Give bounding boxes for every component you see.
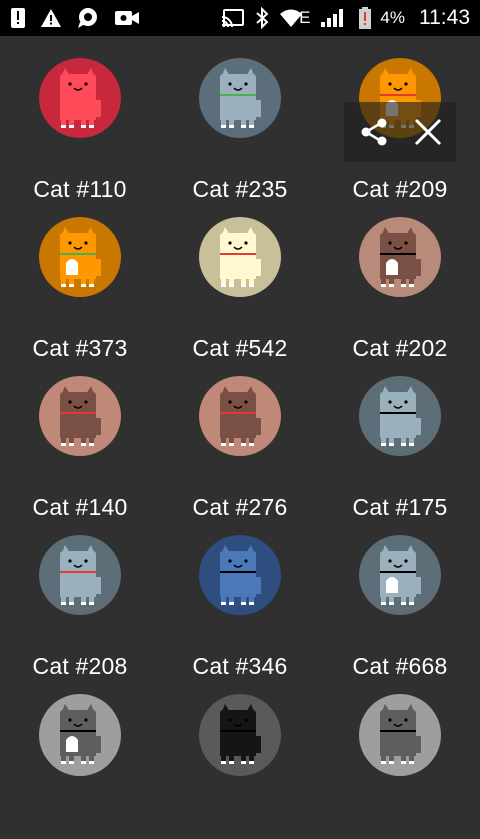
alert-icon	[10, 7, 26, 29]
share-icon[interactable]	[358, 116, 390, 148]
cat-name: Cat #276	[192, 494, 288, 520]
cat-cell[interactable]: Cat #668	[320, 521, 480, 680]
cat-figure	[220, 545, 261, 605]
cat-figure	[60, 545, 101, 605]
cat-name: Cat #346	[192, 653, 288, 679]
cat-figure	[380, 386, 421, 446]
cast-icon	[221, 8, 245, 28]
cat-cell[interactable]: Cat #208	[0, 521, 160, 680]
cat-name: Cat #140	[32, 494, 128, 520]
cat-cell[interactable]	[160, 680, 320, 839]
cat-figure	[60, 68, 101, 128]
cat-name: Cat #668	[352, 653, 448, 679]
cat-avatar[interactable]	[39, 535, 121, 615]
warning-icon	[40, 8, 62, 28]
cat-name: Cat #235	[192, 176, 288, 202]
clock: 11:43	[419, 6, 470, 29]
chat-icon	[76, 7, 100, 29]
cat-avatar[interactable]	[39, 376, 121, 456]
cat-figure	[380, 227, 421, 287]
cat-avatar[interactable]	[359, 376, 441, 456]
cat-name: Cat #209	[352, 176, 448, 202]
cat-figure	[220, 704, 261, 764]
cat-avatar[interactable]	[39, 217, 121, 297]
cat-name: Cat #110	[33, 176, 127, 202]
cat-figure	[220, 68, 261, 128]
cat-cell[interactable]	[320, 680, 480, 839]
cat-avatar[interactable]	[359, 217, 441, 297]
cat-figure	[380, 704, 421, 764]
status-bar: E 4% 11:43	[0, 0, 480, 36]
close-icon[interactable]	[412, 116, 444, 148]
cat-figure	[60, 227, 101, 287]
system-icons: E 4% 11:43	[211, 6, 470, 30]
cat-cell[interactable]: Cat #110	[0, 44, 160, 203]
cat-avatar[interactable]	[199, 694, 281, 776]
cat-avatar[interactable]	[359, 694, 441, 776]
cat-grid: Cat #110 Cat #235 Cat #209 Cat #373 Cat …	[0, 44, 480, 839]
cat-cell[interactable]: Cat #235	[160, 44, 320, 203]
action-overlay	[344, 102, 456, 162]
battery-percent: 4%	[380, 8, 405, 27]
cat-avatar[interactable]	[199, 535, 281, 615]
cat-name: Cat #542	[192, 335, 288, 361]
bluetooth-icon	[255, 7, 269, 29]
cat-cell[interactable]: Cat #202	[320, 203, 480, 362]
cat-cell[interactable]: Cat #140	[0, 362, 160, 521]
notification-icons	[10, 7, 154, 29]
cat-figure	[60, 704, 101, 764]
network-type-label: E	[299, 8, 311, 27]
cat-avatar[interactable]	[199, 58, 281, 138]
cat-figure	[220, 227, 261, 287]
battery-low-icon	[358, 7, 372, 29]
cat-figure	[380, 545, 421, 605]
cat-name: Cat #208	[32, 653, 128, 679]
cat-cell[interactable]: Cat #542	[160, 203, 320, 362]
cat-cell[interactable]: Cat #276	[160, 362, 320, 521]
cat-cell[interactable]	[0, 680, 160, 839]
cat-avatar[interactable]	[39, 694, 121, 776]
cat-avatar[interactable]	[199, 217, 281, 297]
cat-avatar[interactable]	[39, 58, 121, 138]
cat-figure	[60, 386, 101, 446]
signal-icon	[320, 8, 344, 28]
cat-cell[interactable]: Cat #373	[0, 203, 160, 362]
cat-name: Cat #175	[352, 494, 448, 520]
cat-figure	[220, 386, 261, 446]
cat-cell[interactable]: Cat #175	[320, 362, 480, 521]
cat-cell[interactable]: Cat #346	[160, 521, 320, 680]
video-icon	[114, 9, 140, 27]
cat-avatar[interactable]	[199, 376, 281, 456]
cat-name: Cat #202	[352, 335, 448, 361]
cat-name: Cat #373	[32, 335, 128, 361]
cat-avatar[interactable]	[359, 535, 441, 615]
